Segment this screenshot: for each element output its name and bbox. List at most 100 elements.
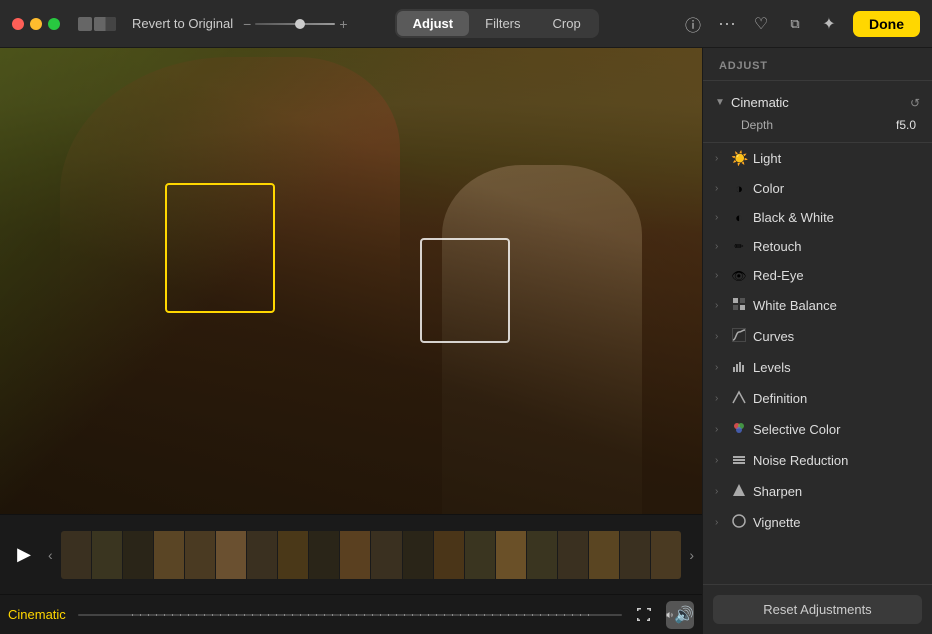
play-button[interactable]: ▶ (8, 544, 40, 565)
adjust-item-noise[interactable]: › Noise Reduction (703, 445, 932, 476)
minus-icon: − (243, 16, 251, 32)
traffic-lights (12, 18, 60, 30)
sharpen-label: Sharpen (753, 484, 920, 499)
filmstrip-frame (465, 531, 495, 579)
definition-chevron: › (715, 393, 725, 404)
depth-value: f5.0 (896, 118, 916, 132)
sharpen-icon (731, 483, 747, 500)
noise-icon (731, 452, 747, 469)
retouch-chevron: › (715, 241, 725, 252)
filmstrip-prev[interactable]: ‹ (48, 547, 53, 563)
filmstrip-frame (185, 531, 215, 579)
filmstrip-frame (123, 531, 153, 579)
minimize-button[interactable] (30, 18, 42, 30)
filmstrip-frame (434, 531, 464, 579)
tab-filters[interactable]: Filters (469, 11, 536, 36)
tab-crop[interactable]: Crop (537, 11, 597, 36)
close-button[interactable] (12, 18, 24, 30)
revert-label: Revert to Original (132, 16, 233, 31)
filmstrip[interactable] (61, 531, 682, 579)
noise-label: Noise Reduction (753, 453, 920, 468)
retouch-label: Retouch (753, 239, 920, 254)
reset-adjustments-button[interactable]: Reset Adjustments (713, 595, 922, 624)
cinematic-undo-icon[interactable]: ↺ (910, 96, 920, 110)
filmstrip-frame (589, 531, 619, 579)
adjust-item-redeye[interactable]: › 👁 Red-Eye (703, 261, 932, 290)
filmstrip-next[interactable]: › (689, 547, 694, 563)
adjust-item-vignette[interactable]: › Vignette (703, 507, 932, 538)
volume-icon[interactable]: 🔊 (666, 601, 694, 629)
light-chevron: › (715, 153, 725, 164)
face-detection-secondary[interactable] (420, 238, 510, 343)
levels-label: Levels (753, 360, 920, 375)
reset-adjustments-area: Reset Adjustments (703, 584, 932, 634)
selective-chevron: › (715, 424, 725, 435)
fullscreen-icon[interactable] (630, 601, 658, 629)
bw-icon: ◐ (731, 210, 747, 225)
adjust-item-curves[interactable]: › Curves (703, 321, 932, 352)
color-icon: ◑ (731, 181, 747, 196)
face-detection-primary[interactable] (165, 183, 275, 313)
vignette-icon (731, 514, 747, 531)
levels-icon (731, 359, 747, 376)
fullscreen-button[interactable] (48, 18, 60, 30)
revert-button[interactable]: Revert to Original (132, 16, 233, 31)
redeye-icon: 👁 (731, 269, 747, 283)
filmstrip-frame (496, 531, 526, 579)
split-view-button[interactable] (94, 17, 116, 31)
filmstrip-frame (216, 531, 246, 579)
adjust-header: ADJUST (703, 48, 932, 81)
done-button[interactable]: Done (853, 11, 920, 37)
brightness-slider[interactable]: − + (243, 16, 347, 32)
tab-adjust[interactable]: Adjust (397, 11, 469, 36)
adjust-item-sharpen[interactable]: › Sharpen (703, 476, 932, 507)
sharpen-chevron: › (715, 486, 725, 497)
slider-track[interactable] (255, 23, 335, 25)
filmstrip-frame (527, 531, 557, 579)
adjust-item-retouch[interactable]: › ✏ Retouch (703, 232, 932, 261)
slider-thumb[interactable] (295, 19, 305, 29)
color-chevron: › (715, 183, 725, 194)
bw-label: Black & White (753, 210, 920, 225)
filmstrip-frame (309, 531, 339, 579)
duplicate-icon[interactable]: ⧉ (785, 16, 805, 32)
filmstrip-frame (154, 531, 184, 579)
more-icon[interactable]: ··· (717, 13, 737, 34)
filmstrip-frame (247, 531, 277, 579)
wb-label: White Balance (753, 298, 920, 313)
adjust-item-levels[interactable]: › Levels (703, 352, 932, 383)
tools-icon[interactable]: ✦ (819, 14, 839, 34)
photo-background (0, 48, 702, 514)
cinematic-expand-header[interactable]: ▼ Cinematic ↺ (703, 91, 932, 114)
adjust-item-wb[interactable]: › White Balance (703, 290, 932, 321)
bottom-controls: Cinematic 🔊 (0, 594, 702, 634)
favorite-icon[interactable]: ♡ (751, 14, 771, 34)
filmstrip-frame (403, 531, 433, 579)
redeye-chevron: › (715, 270, 725, 281)
timeline-track[interactable] (78, 614, 622, 616)
adjust-item-bw[interactable]: › ◐ Black & White (703, 203, 932, 232)
filmstrip-frame (61, 531, 91, 579)
info-icon[interactable]: ⓘ (683, 12, 703, 36)
filmstrip-frame (620, 531, 650, 579)
light-label: Light (753, 151, 920, 166)
selective-label: Selective Color (753, 422, 920, 437)
adjust-item-definition[interactable]: › Definition (703, 383, 932, 414)
adjust-item-color[interactable]: › ◑ Color (703, 174, 932, 203)
wb-icon (731, 297, 747, 314)
view-toggle (78, 17, 116, 31)
definition-icon (731, 390, 747, 407)
filmstrip-bar: ▶ ‹ (0, 514, 702, 594)
filmstrip-frame (92, 531, 122, 579)
main-content: ▶ ‹ (0, 48, 932, 634)
cinematic-section-label: Cinematic (731, 95, 904, 110)
adjust-item-selective[interactable]: › Selective Color (703, 414, 932, 445)
filmstrip-frame (558, 531, 588, 579)
selective-color-icon (731, 421, 747, 438)
definition-label: Definition (753, 391, 920, 406)
single-view-button[interactable] (78, 17, 92, 31)
cinematic-label: Cinematic (8, 607, 66, 622)
adjust-item-light[interactable]: › ☀️ Light (703, 143, 932, 174)
photo-area: ▶ ‹ (0, 48, 702, 634)
wb-chevron: › (715, 300, 725, 311)
